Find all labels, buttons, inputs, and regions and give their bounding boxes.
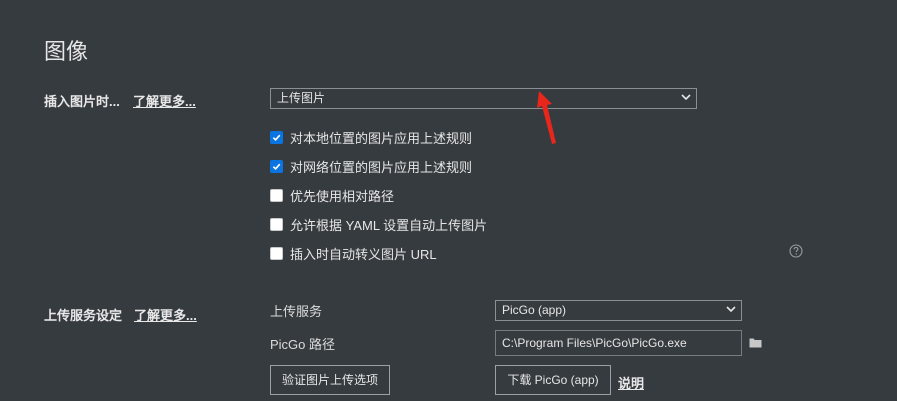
checkbox-box[interactable] xyxy=(270,218,283,231)
download-picgo-button[interactable]: 下载 PicGo (app) xyxy=(495,365,611,395)
upload-section-label: 上传服务设定 xyxy=(44,308,123,323)
checkbox-label: 插入时自动转义图片 URL xyxy=(290,247,437,262)
checkbox-yaml-upload[interactable]: 允许根据 YAML 设置自动上传图片 xyxy=(270,215,487,234)
explain-link[interactable]: 说明 xyxy=(618,373,644,392)
annotation-arrow-icon xyxy=(537,91,556,144)
checkbox-label: 允许根据 YAML 设置自动上传图片 xyxy=(290,218,488,233)
insert-learn-more-link[interactable]: 了解更多... xyxy=(133,91,196,110)
checkbox-relative-path[interactable]: 优先使用相对路径 xyxy=(270,186,394,205)
chevron-down-icon xyxy=(681,94,691,101)
checkbox-label: 优先使用相对路径 xyxy=(290,189,395,204)
checkbox-box[interactable] xyxy=(270,247,283,260)
checkbox-local-images[interactable]: 对本地位置的图片应用上述规则 xyxy=(270,128,472,147)
page-title: 图像 xyxy=(44,39,89,64)
checkbox-label: 对网络位置的图片应用上述规则 xyxy=(290,160,473,175)
checkbox-network-images[interactable]: 对网络位置的图片应用上述规则 xyxy=(270,157,472,176)
verify-upload-button[interactable]: 验证图片上传选项 xyxy=(270,365,390,395)
upload-service-select[interactable]: PicGo (app) xyxy=(495,300,742,321)
upload-service-label: 上传服务 xyxy=(270,304,323,319)
insert-action-select[interactable]: 上传图片 xyxy=(270,88,697,109)
checkbox-escape-url[interactable]: 插入时自动转义图片 URL xyxy=(270,244,437,263)
folder-icon[interactable] xyxy=(749,337,762,348)
check-icon xyxy=(272,134,281,142)
picgo-path-label: PicGo 路径 xyxy=(270,337,336,352)
chevron-down-icon xyxy=(726,306,736,313)
checkbox-label: 对本地位置的图片应用上述规则 xyxy=(290,131,473,146)
upload-service-value: PicGo (app) xyxy=(502,303,567,317)
checkbox-box[interactable] xyxy=(270,160,283,173)
question-circle-icon[interactable] xyxy=(789,244,803,258)
insert-action-value: 上传图片 xyxy=(277,91,326,105)
upload-learn-more-link[interactable]: 了解更多... xyxy=(134,305,197,324)
checkbox-box[interactable] xyxy=(270,131,283,144)
picgo-path-input[interactable]: C:\Program Files\PicGo\PicGo.exe xyxy=(495,330,742,356)
insert-section-label: 插入图片时... xyxy=(44,94,120,109)
check-icon xyxy=(272,163,281,171)
checkbox-box[interactable] xyxy=(270,189,283,202)
picgo-path-value: C:\Program Files\PicGo\PicGo.exe xyxy=(502,336,687,350)
